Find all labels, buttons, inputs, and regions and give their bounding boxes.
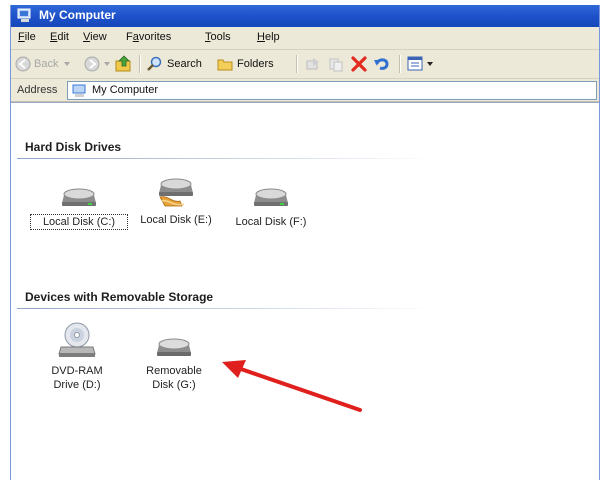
group-divider (17, 308, 437, 309)
back-dropdown-icon (64, 62, 71, 66)
group-header-removable: Devices with Removable Storage (25, 290, 214, 304)
search-button[interactable]: Search (147, 55, 202, 73)
menu-bar: File Edit View Favorites Tools Help (11, 27, 599, 50)
menu-edit-rest: dit (57, 31, 69, 43)
menu-favorites[interactable]: Favorites (126, 31, 171, 43)
folders-button[interactable]: Folders (217, 55, 274, 73)
menu-tools[interactable]: Tools (205, 31, 231, 43)
drive-label-line1: Removable (146, 365, 202, 377)
window-title: My Computer (39, 8, 116, 22)
address-label: Address (17, 84, 58, 96)
menu-favorites-pre: F (126, 31, 133, 43)
back-button[interactable]: Back (15, 55, 71, 73)
views-dropdown-icon (427, 62, 433, 66)
drive-label: Local Disk (F:) (235, 216, 307, 228)
search-icon (147, 56, 163, 72)
drive-local-disk-e[interactable]: Local Disk (E:) (128, 175, 224, 227)
menu-favorites-rest: vorites (138, 31, 172, 43)
group-header-hard-disk: Hard Disk Drives (25, 140, 122, 154)
copy-to-button[interactable] (328, 55, 344, 73)
menu-file-rest: ile (24, 31, 36, 43)
hard-drive-icon (224, 175, 318, 209)
toolbar-separator (399, 55, 401, 73)
menu-help-accel: H (257, 31, 265, 43)
undo-icon (373, 56, 391, 72)
drive-local-disk-c[interactable]: Local Disk (C:) (30, 175, 128, 230)
move-to-button[interactable] (305, 55, 321, 73)
drive-label-line2: Disk (G:) (152, 379, 196, 391)
drive-label-line2: Drive (D:) (53, 379, 101, 391)
back-icon (15, 56, 31, 72)
dvd-drive-icon (45, 321, 109, 359)
standard-toolbar: Back Search Folders (11, 50, 599, 79)
menu-help[interactable]: Help (257, 31, 280, 43)
drive-label: Local Disk (C:) (30, 214, 128, 230)
up-folder-icon (115, 55, 133, 73)
forward-button[interactable] (84, 55, 110, 73)
views-button[interactable] (407, 55, 433, 73)
address-bar: Address My Computer (11, 79, 599, 102)
content-pane: Hard Disk Drives Local Disk (C:) Local D… (11, 102, 599, 480)
group-divider (17, 158, 437, 159)
menu-tools-rest: ools (210, 31, 231, 43)
drive-removable-g[interactable]: Removable Disk (G:) (138, 321, 210, 392)
address-value: My Computer (92, 84, 159, 96)
drive-local-disk-f[interactable]: Local Disk (F:) (224, 175, 318, 229)
address-input[interactable]: My Computer (67, 81, 597, 100)
drive-label: Local Disk (E:) (140, 214, 212, 226)
undo-button[interactable] (373, 55, 391, 73)
up-button[interactable] (115, 55, 133, 73)
folders-label: Folders (237, 58, 274, 70)
menu-file[interactable]: File (18, 31, 36, 43)
my-computer-icon (72, 83, 88, 102)
back-label: Back (34, 58, 59, 70)
removable-drive-icon (138, 321, 210, 359)
menu-view[interactable]: View (83, 31, 107, 43)
drive-label-line1: DVD-RAM (51, 365, 103, 377)
toolbar-separator (139, 55, 141, 73)
title-bar[interactable]: My Computer (11, 5, 599, 27)
delete-icon (351, 56, 367, 72)
explorer-window: My Computer File Edit View Favorites Too… (10, 5, 600, 480)
shared-drive-icon (128, 175, 224, 209)
copy-to-icon (328, 56, 344, 72)
views-icon (407, 56, 425, 72)
delete-button[interactable] (351, 55, 367, 73)
forward-icon (84, 56, 100, 72)
hard-drive-icon (31, 175, 127, 209)
forward-dropdown-icon (104, 62, 110, 66)
menu-file-accel: F (18, 31, 25, 43)
move-to-icon (305, 56, 321, 72)
drive-dvd-ram-d[interactable]: DVD-RAM Drive (D:) (45, 321, 109, 392)
window-icon (17, 8, 33, 23)
search-label: Search (167, 58, 202, 70)
menu-help-rest: elp (264, 31, 280, 43)
menu-edit[interactable]: Edit (50, 31, 69, 43)
menu-view-rest: iew (90, 31, 107, 43)
toolbar-separator (296, 55, 298, 73)
folders-icon (217, 56, 233, 72)
